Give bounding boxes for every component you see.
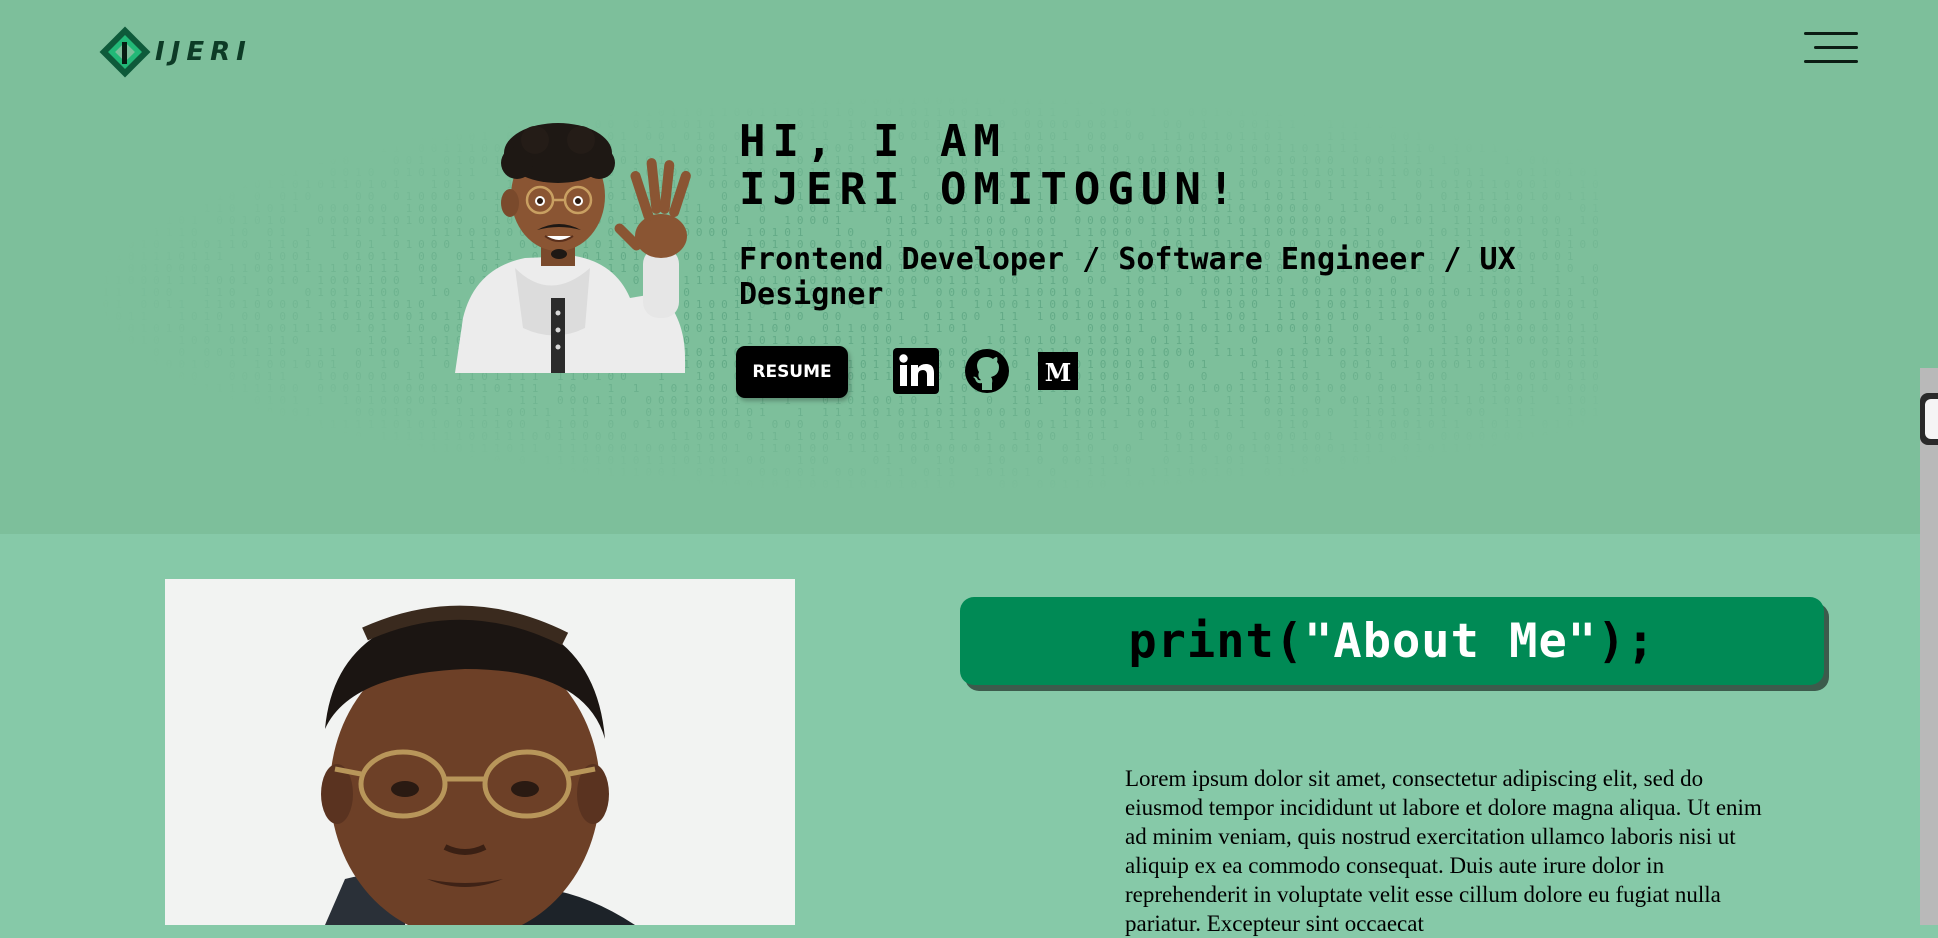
logo-diamond-icon xyxy=(99,26,151,78)
linkedin-icon[interactable] xyxy=(893,348,939,394)
heading-suffix: ); xyxy=(1597,613,1656,669)
svg-text:M: M xyxy=(1045,358,1072,387)
hero-greeting-line: HI, I AM xyxy=(739,116,1007,167)
heading-string: "About Me" xyxy=(1304,613,1598,669)
logo-text: IJERI xyxy=(155,37,252,67)
scrollbar-track[interactable] xyxy=(1920,368,1938,925)
scrollbar-thumb-highlight xyxy=(1925,399,1938,439)
about-me-heading: print( "About Me" ); xyxy=(960,597,1824,685)
medium-icon[interactable]: M xyxy=(1036,348,1080,394)
hamburger-menu-icon[interactable] xyxy=(1804,32,1858,68)
profile-photo xyxy=(165,579,795,925)
about-me-text: Lorem ipsum dolor sit amet, consectetur … xyxy=(1125,766,1762,936)
heading-print-prefix: print( xyxy=(1128,613,1305,669)
site-logo[interactable]: IJERI xyxy=(97,24,252,80)
hero-name-line: IJERI OMITOGUN! xyxy=(739,164,1242,215)
memoji-avatar-image xyxy=(455,123,691,373)
hero-section: 00 000 100011 001 00 11 0100010 10000 10… xyxy=(0,0,1938,534)
resume-button[interactable]: RESUME xyxy=(736,346,848,398)
hero-greeting-heading: HI, I AM IJERI OMITOGUN! xyxy=(739,118,1241,214)
github-icon[interactable] xyxy=(964,348,1010,394)
hero-roles-subtitle: Frontend Developer / Software Engineer /… xyxy=(739,242,1516,312)
